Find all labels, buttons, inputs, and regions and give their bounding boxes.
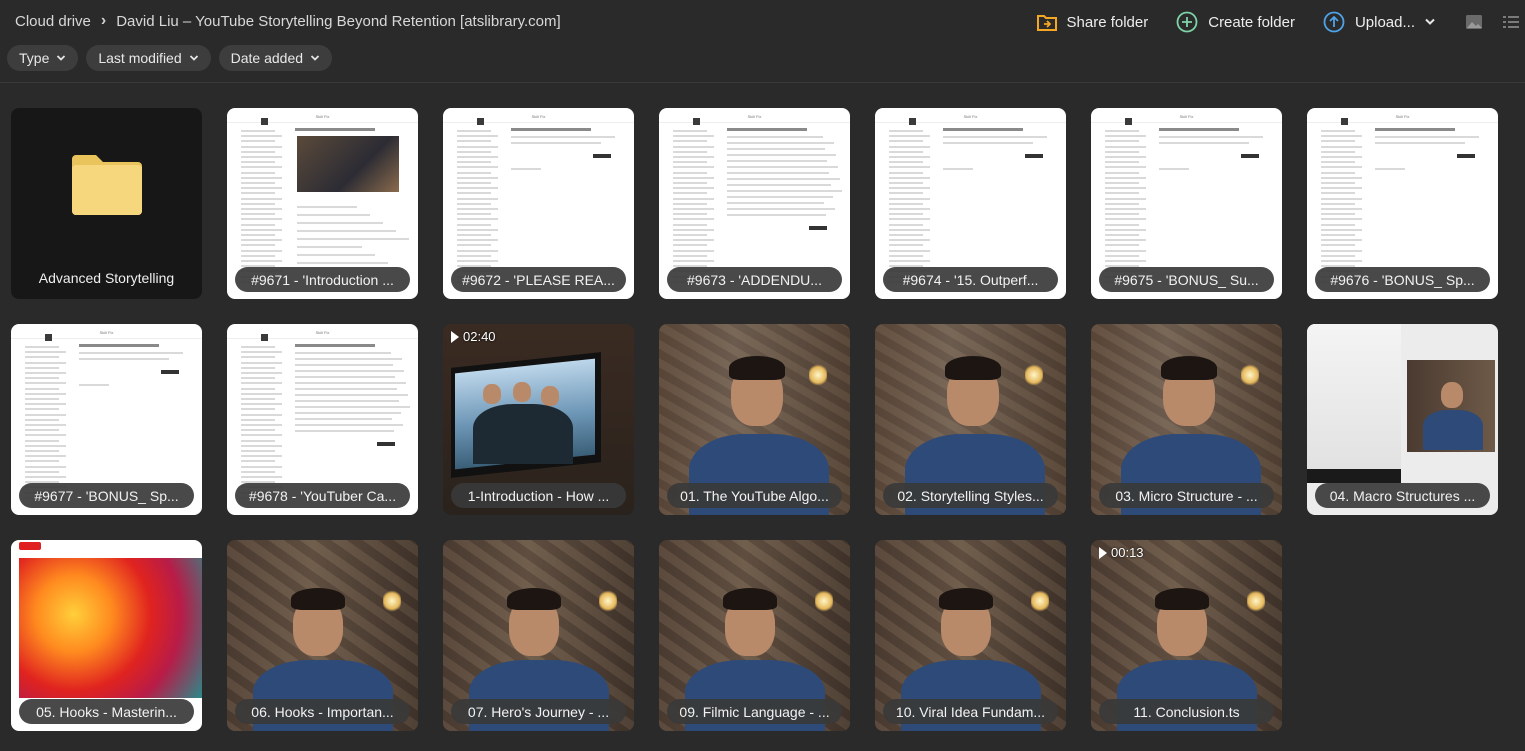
chevron-down-icon (1425, 18, 1435, 25)
file-name: #9671 - 'Introduction ... (235, 267, 410, 292)
doc-preview-title: Skill Fix (99, 330, 114, 335)
video-tile[interactable]: 03. Micro Structure - ... (1091, 324, 1282, 515)
create-folder-label: Create folder (1208, 13, 1295, 31)
file-name: #9677 - 'BONUS_ Sp... (19, 483, 194, 508)
filter-date-added-chip[interactable]: Date added (218, 45, 333, 71)
document-tile[interactable]: Skill Fix #9676 - 'BONUS_ Sp... (1307, 108, 1498, 299)
document-tile[interactable]: Skill Fix #9677 - 'BONUS_ Sp... (11, 324, 202, 515)
doc-preview-title: Skill Fix (315, 114, 330, 119)
file-name: 11. Conclusion.ts (1099, 699, 1274, 724)
document-tile[interactable]: Skill Fix #9678 - 'YouTuber Ca... (227, 324, 418, 515)
file-name: #9674 - '15. Outperf... (883, 267, 1058, 292)
document-tile[interactable]: Skill Fix #9675 - 'BONUS_ Su... (1091, 108, 1282, 299)
play-icon (1099, 546, 1107, 559)
file-name: 07. Hero's Journey - ... (451, 699, 626, 724)
share-folder-label: Share folder (1066, 13, 1149, 31)
upload-label: Upload... (1354, 13, 1415, 31)
file-name: 1-Introduction - How ... (451, 483, 626, 508)
thumbnail-view-button[interactable] (1465, 14, 1483, 30)
doc-preview-title: Skill Fix (531, 114, 546, 119)
list-view-button[interactable] (1503, 15, 1519, 29)
document-tile[interactable]: Skill Fix #9674 - '15. Outperf... (875, 108, 1066, 299)
play-icon (451, 330, 459, 343)
filter-type-chip[interactable]: Type (7, 45, 79, 71)
chevron-down-icon (189, 55, 198, 61)
file-name: #9678 - 'YouTuber Ca... (235, 483, 410, 508)
folder-icon (72, 155, 142, 215)
chevron-down-icon (57, 55, 66, 61)
breadcrumb-root[interactable]: Cloud drive (15, 13, 91, 30)
filter-date-added-label: Date added (230, 50, 304, 66)
folder-name: Advanced Storytelling (38, 270, 175, 286)
list-icon (1503, 16, 1519, 28)
filter-last-modified-chip[interactable]: Last modified (86, 45, 211, 71)
file-name: 10. Viral Idea Fundam... (883, 699, 1058, 724)
share-folder-icon (1036, 15, 1057, 31)
video-duration: 00:13 (1099, 545, 1144, 560)
file-name: #9675 - 'BONUS_ Su... (1099, 267, 1274, 292)
file-name: #9672 - 'PLEASE REA... (451, 267, 626, 292)
video-duration: 02:40 (451, 329, 496, 344)
breadcrumb: Cloud drive › David Liu – YouTube Storyt… (15, 12, 561, 30)
doc-preview-title: Skill Fix (1179, 114, 1194, 119)
file-name: 03. Micro Structure - ... (1099, 483, 1274, 508)
share-folder-button[interactable]: Share folder (1036, 13, 1149, 31)
file-name: 06. Hooks - Importan... (235, 699, 410, 724)
video-tile[interactable]: 09. Filmic Language - ... (659, 540, 850, 731)
chevron-right-icon: › (100, 12, 107, 29)
doc-preview-title: Skill Fix (315, 330, 330, 335)
top-bar: Cloud drive › David Liu – YouTube Storyt… (0, 0, 1525, 44)
image-icon (1466, 15, 1482, 29)
video-tile[interactable]: 10. Viral Idea Fundam... (875, 540, 1066, 731)
breadcrumb-current: David Liu – YouTube Storytelling Beyond … (116, 12, 561, 30)
upload-arrow-icon (1323, 11, 1345, 33)
filter-bar: Type Last modified Date added (7, 45, 333, 71)
filter-type-label: Type (19, 50, 50, 66)
file-name: #9676 - 'BONUS_ Sp... (1315, 267, 1490, 292)
header-divider (0, 82, 1525, 83)
plus-circle-icon (1176, 11, 1198, 33)
file-name: 01. The YouTube Algo... (667, 483, 842, 508)
toolbar-actions: Share folder Create folder Upload... (1036, 8, 1525, 36)
video-tile[interactable]: 02. Storytelling Styles... (875, 324, 1066, 515)
video-tile[interactable]: 06. Hooks - Importan... (227, 540, 418, 731)
video-tile[interactable]: 05. Hooks - Masterin... (11, 540, 202, 731)
file-name: #9673 - 'ADDENDU... (667, 267, 842, 292)
video-tile[interactable]: 01. The YouTube Algo... (659, 324, 850, 515)
document-tile[interactable]: Skill Fix #9671 - 'Introduction ... (227, 108, 418, 299)
video-tile[interactable]: 02:40 1-Introduction - How ... (443, 324, 634, 515)
upload-dropdown-button[interactable] (1425, 18, 1435, 26)
folder-tile[interactable]: Advanced Storytelling (11, 108, 202, 299)
doc-preview-title: Skill Fix (1395, 114, 1410, 119)
file-name: 02. Storytelling Styles... (883, 483, 1058, 508)
file-name: 09. Filmic Language - ... (667, 699, 842, 724)
document-tile[interactable]: Skill Fix #9672 - 'PLEASE REA... (443, 108, 634, 299)
create-folder-button[interactable]: Create folder (1176, 11, 1295, 33)
upload-button[interactable]: Upload... (1323, 11, 1415, 33)
doc-preview-title: Skill Fix (963, 114, 978, 119)
filter-last-modified-label: Last modified (98, 50, 182, 66)
file-name: 05. Hooks - Masterin... (19, 699, 194, 724)
video-tile[interactable]: 07. Hero's Journey - ... (443, 540, 634, 731)
video-tile[interactable]: 04. Macro Structures ... (1307, 324, 1498, 515)
doc-preview-title: Skill Fix (747, 114, 762, 119)
video-tile[interactable]: 00:13 11. Conclusion.ts (1091, 540, 1282, 731)
chevron-down-icon (310, 55, 320, 61)
file-name: 04. Macro Structures ... (1315, 483, 1490, 508)
document-tile[interactable]: Skill Fix #9673 - 'ADDENDU... (659, 108, 850, 299)
